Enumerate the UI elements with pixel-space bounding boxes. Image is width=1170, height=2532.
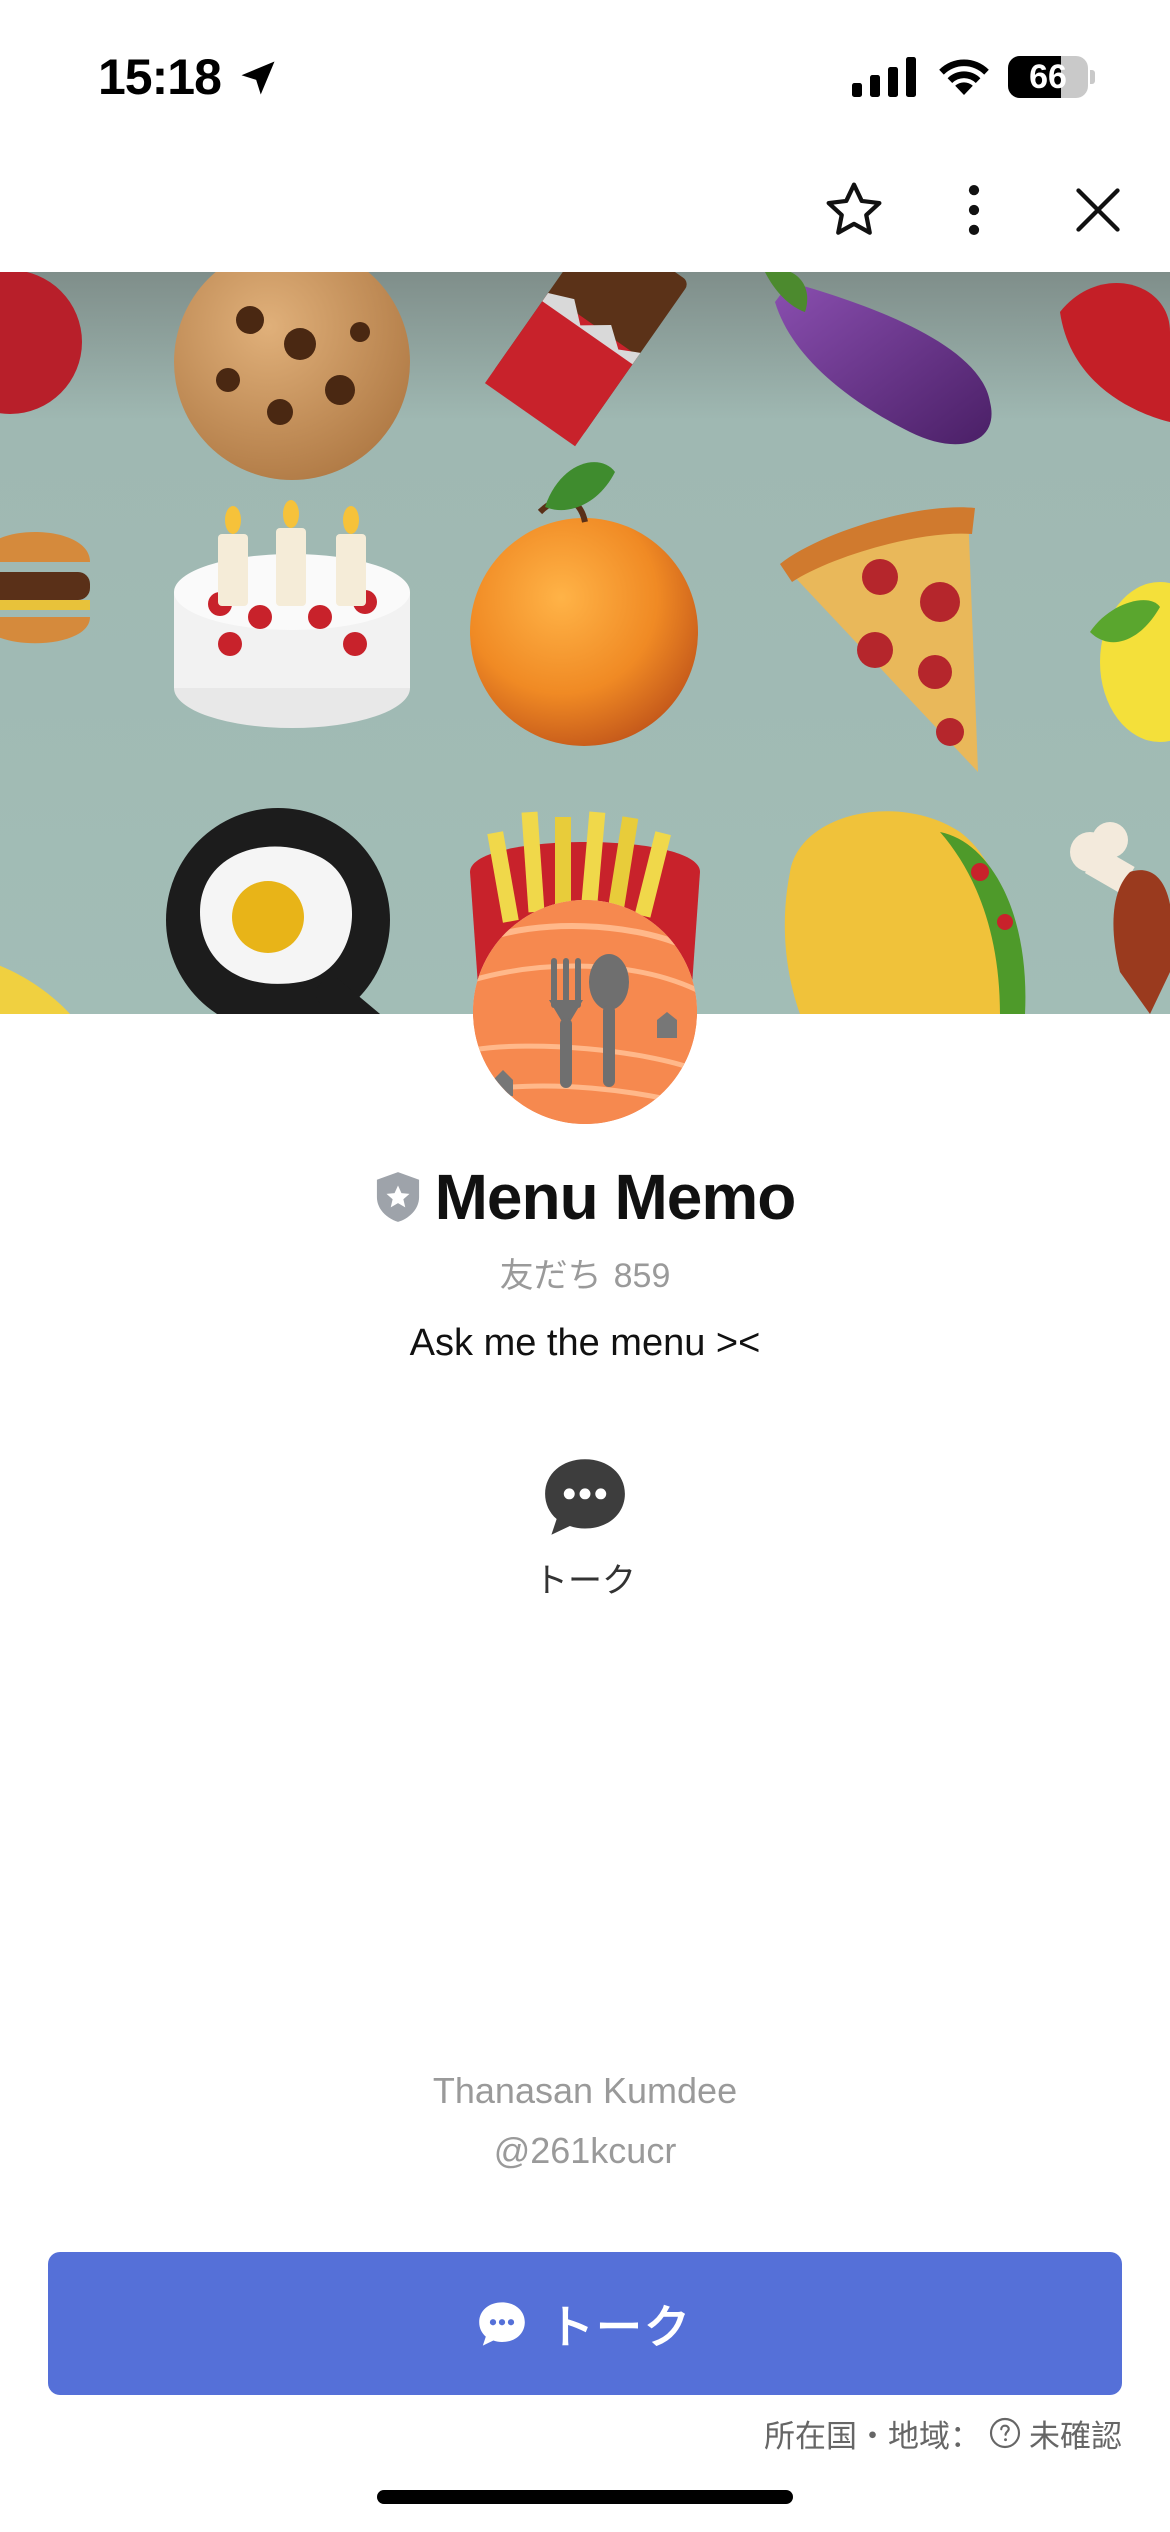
more-vertical-icon [968,185,980,235]
region-value: 未確認 [1029,2418,1122,2454]
friends-label: 友だち [499,1257,602,1295]
help-circle-icon[interactable] [989,2417,1021,2449]
shield-star-icon [376,1172,419,1222]
region-label: 所在国・地域： [764,2418,981,2454]
close-button[interactable] [1058,170,1138,250]
home-indicator[interactable] [377,2490,793,2504]
status-time: 15:18 [98,49,222,105]
talk-button-label: トーク [548,2300,692,2353]
profile-screen: 15:18 66 Menu Memo 友だち 859 Ask me the me… [0,0,1170,2532]
wifi-icon [939,59,989,95]
status-message: Ask me the menu >< [409,1322,761,1364]
friends-count: 859 [613,1257,671,1295]
more-options-button[interactable] [934,170,1014,250]
owner-id: @261kcucr [493,2130,677,2171]
battery-indicator: 66 [1008,56,1088,98]
burger-emoji [0,532,90,644]
favorite-button[interactable] [814,170,894,250]
battery-cap [1090,70,1095,84]
star-icon [826,182,882,235]
profile-name-row: Menu Memo [0,1152,1170,1242]
top-action-bar [0,170,1170,270]
cellular-signal-icon [852,57,916,97]
chat-bubble-icon [479,2301,525,2346]
battery-level: 66 [1029,58,1067,96]
profile-name: Menu Memo [434,1161,797,1233]
close-icon [1076,188,1120,232]
status-bar: 15:18 66 [0,0,1170,150]
profile-avatar[interactable] [473,900,697,1124]
talk-action-button[interactable]: トーク [510,1455,660,1605]
friends-count-row: 友だち 859 [0,1248,1170,1297]
chat-bubble-icon [545,1459,625,1535]
location-arrow-icon [241,61,275,95]
owner-name: Thanasan Kumdee [432,2070,738,2111]
region-row: 所在国・地域： 未確認 [764,2408,1122,2458]
talk-button[interactable]: トーク [48,2252,1122,2395]
talk-action-label: トーク [534,1562,636,1600]
